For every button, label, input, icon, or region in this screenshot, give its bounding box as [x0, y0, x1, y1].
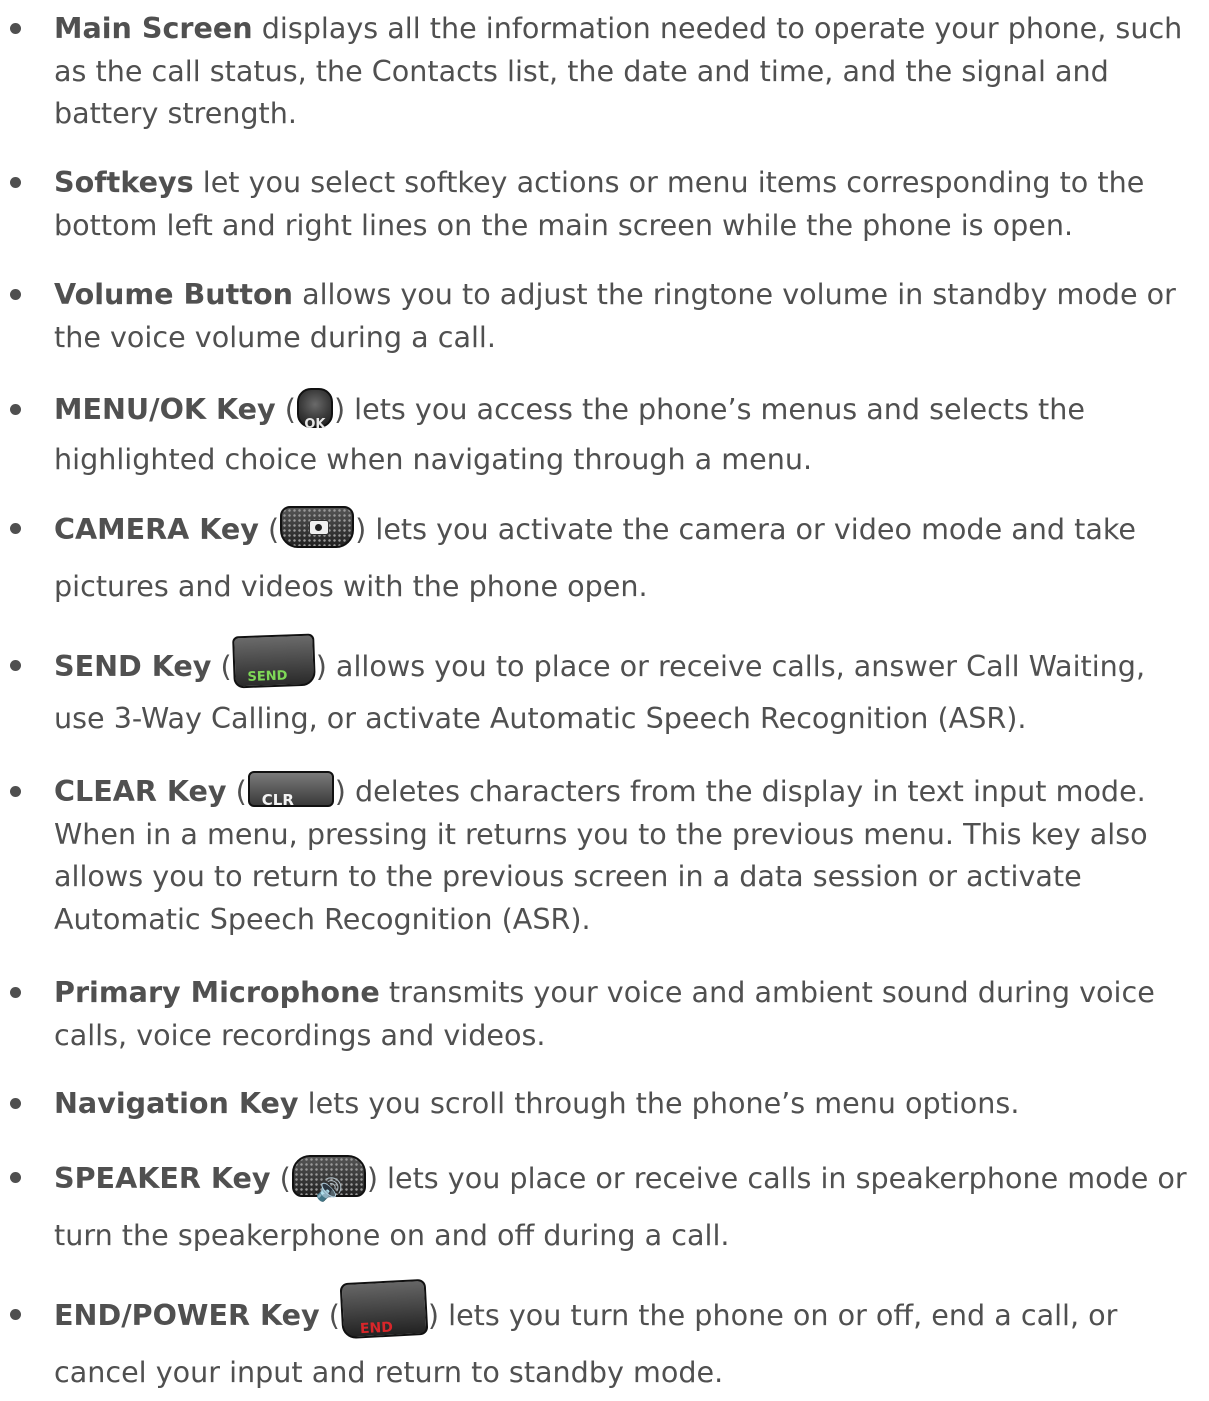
term-navigation-key: Navigation Key [54, 1086, 299, 1120]
bullet [10, 1098, 21, 1109]
open-paren: ( [284, 392, 296, 426]
bullet [10, 1309, 21, 1320]
bullet [10, 177, 21, 188]
end-key-label: END [359, 1319, 394, 1338]
camera-glyph-icon [309, 520, 330, 535]
description-softkeys: let you select softkey actions or menu i… [54, 165, 1145, 242]
bullet [10, 289, 21, 300]
term-softkeys: Softkeys [54, 165, 194, 199]
term-end-power-key: END/POWER Key [54, 1298, 320, 1332]
term-send-key: SEND Key [54, 649, 212, 683]
list-item-send-key: SEND Key ( SEND) allows you to place or r… [10, 633, 1202, 744]
open-paren: ( [267, 512, 280, 546]
camera-key-icon [280, 506, 355, 548]
term-camera-key: CAMERA Key [54, 512, 259, 546]
send-key-label: SEND [246, 668, 288, 685]
list-item-primary-microphone: Primary Microphone transmits your voice … [10, 971, 1202, 1056]
description-send-key: ) allows you to place or receive calls, … [54, 649, 1146, 735]
bullet [10, 987, 21, 998]
term-clear-key: CLEAR Key [54, 774, 227, 808]
list-item-volume-button: Volume Button allows you to adjust the r… [10, 273, 1202, 358]
list-item-menu-ok-key: MENU/OK Key (OK) lets you access the pho… [10, 384, 1202, 484]
speaker-key-icon: 🔊 [291, 1155, 366, 1203]
clear-key-label: CLR [261, 791, 294, 809]
open-paren: ( [235, 774, 247, 808]
end-power-key-icon: END [339, 1278, 429, 1340]
description-navigation-key: lets you scroll through the phone’s menu… [307, 1086, 1020, 1120]
bullet [10, 1172, 21, 1183]
open-paren: ( [220, 649, 232, 683]
list-item-main-screen: Main Screen displays all the information… [10, 7, 1202, 135]
bullet [10, 786, 21, 797]
list-item-navigation-key: Navigation Key lets you scroll through t… [10, 1082, 1202, 1125]
term-menu-ok-key: MENU/OK Key [54, 392, 276, 426]
bullet [10, 404, 21, 415]
list-item-clear-key: CLEAR Key (CLR) deletes characters from … [10, 770, 1202, 940]
term-speaker-key: SPEAKER Key [54, 1161, 271, 1195]
list-item-camera-key: CAMERA Key () lets you activate the came… [10, 501, 1202, 615]
list-item-speaker-key: SPEAKER Key (🔊) lets you place or receiv… [10, 1150, 1202, 1264]
list-item-end-power-key: END/POWER Key (END) lets you turn the ph… [10, 1278, 1202, 1401]
bullet [10, 660, 21, 671]
bullet [10, 23, 21, 34]
bullet [10, 523, 21, 534]
term-primary-microphone: Primary Microphone [54, 975, 380, 1009]
send-key-icon: SEND [231, 633, 316, 689]
speaker-glyph-icon: 🔊 [315, 1178, 344, 1203]
term-volume-button: Volume Button [54, 277, 293, 311]
ok-key-label: OK [304, 417, 326, 432]
open-paren: ( [279, 1161, 291, 1195]
term-main-screen: Main Screen [54, 11, 253, 45]
clear-key-icon: CLR [247, 771, 334, 809]
ok-key-icon: OK [296, 388, 333, 432]
list-item-softkeys: Softkeys let you select softkey actions … [10, 161, 1202, 246]
open-paren: ( [328, 1298, 340, 1332]
